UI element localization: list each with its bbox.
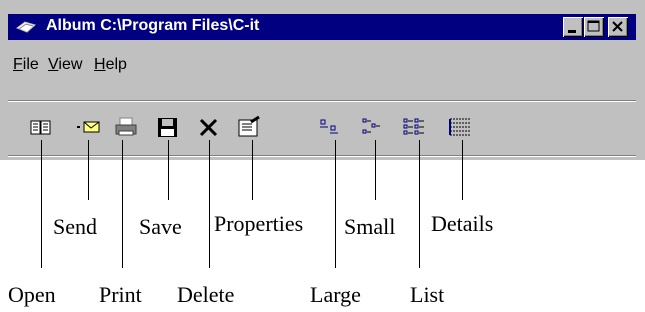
properties-leader (252, 140, 253, 200)
menu-help-label: elp (105, 56, 127, 73)
close-button[interactable] (608, 17, 628, 37)
label-list: List (410, 282, 445, 307)
send-button[interactable] (75, 114, 101, 140)
window-title: Album C:\Program Files\C-it (46, 17, 260, 34)
list-view-button[interactable] (402, 114, 428, 140)
menu-file[interactable]: File (13, 56, 39, 74)
open-button[interactable] (28, 114, 54, 140)
label-open: Open (8, 282, 56, 307)
maximize-icon (587, 20, 600, 32)
details-leader (462, 140, 463, 200)
list-leader (419, 140, 420, 268)
print-button[interactable] (113, 114, 139, 140)
save-floppy-icon (158, 118, 177, 137)
label-large: Large (310, 282, 361, 307)
delete-button[interactable] (196, 114, 222, 140)
menu-view-accel: V (48, 56, 59, 73)
list-view-icon (403, 118, 424, 135)
details-view-button[interactable] (447, 114, 473, 140)
properties-icon (238, 115, 260, 137)
label-send: Send (53, 214, 97, 239)
small-icons-button[interactable] (360, 114, 386, 140)
menu-view[interactable]: View (48, 56, 82, 74)
toolbar-separator (8, 100, 636, 102)
send-leader (88, 140, 89, 200)
album-window: Album C:\Program Files\C-it File View He… (0, 0, 645, 160)
open-book-icon (30, 120, 51, 135)
send-envelope-icon (77, 121, 100, 133)
label-small: Small (344, 214, 396, 239)
delete-x-icon (199, 118, 218, 137)
menu-file-accel: F (13, 56, 23, 73)
open-leader (41, 140, 42, 268)
maximize-button[interactable] (584, 17, 604, 37)
close-icon (612, 21, 623, 32)
large-leader (335, 140, 336, 268)
large-icons-button[interactable] (318, 114, 344, 140)
print-leader (122, 140, 123, 268)
label-delete: Delete (177, 282, 235, 307)
label-details: Details (431, 211, 494, 236)
label-save: Save (139, 214, 182, 239)
small-icons-view-icon (362, 118, 380, 134)
album-icon (15, 21, 37, 33)
large-icons-view-icon (320, 119, 338, 134)
minimize-icon (568, 30, 576, 33)
label-properties: Properties (214, 211, 304, 236)
details-view-icon (449, 118, 470, 136)
small-leader (375, 140, 376, 200)
menu-help[interactable]: Help (94, 56, 127, 74)
minimize-button[interactable] (563, 17, 583, 37)
save-leader (168, 140, 169, 200)
save-button[interactable] (155, 114, 181, 140)
menu-help-accel: H (94, 56, 106, 73)
print-icon (115, 117, 137, 136)
title-bar[interactable]: Album C:\Program Files\C-it (8, 14, 636, 40)
menu-bar: File View Help (8, 56, 636, 80)
delete-leader (209, 140, 210, 268)
menu-file-label: ile (22, 56, 39, 73)
menu-view-label: iew (58, 56, 83, 73)
properties-button[interactable] (236, 114, 262, 140)
toolbar-bottom-border (8, 155, 636, 157)
label-print: Print (99, 282, 142, 307)
